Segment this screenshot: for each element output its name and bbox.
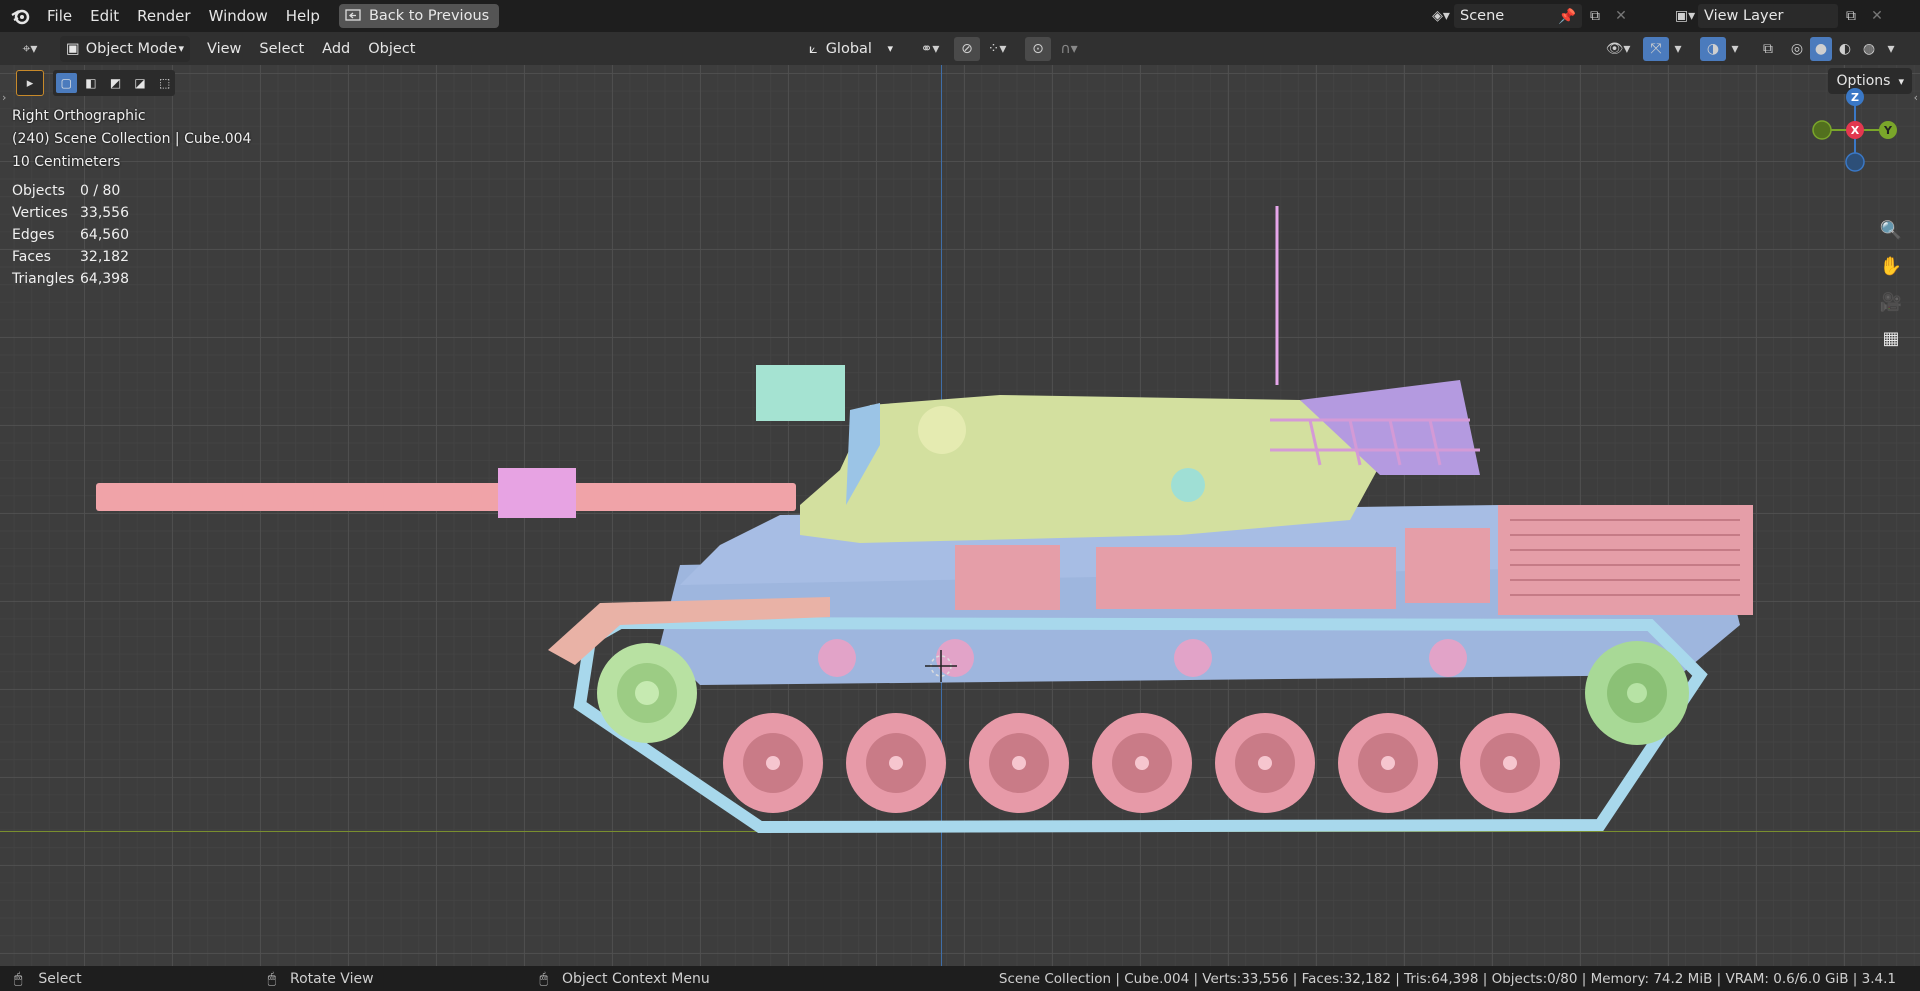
wireframe-shading-icon[interactable]: ◎ — [1786, 37, 1808, 61]
chevron-down-icon: ▾ — [887, 42, 893, 55]
chevron-down-icon[interactable]: ▾ — [1669, 37, 1687, 61]
object-mode-icon: ▣ — [66, 40, 80, 57]
header-menu-object[interactable]: Object — [359, 41, 424, 57]
turret — [800, 395, 1380, 543]
tank-model[interactable] — [0, 65, 1920, 966]
new-scene-icon[interactable]: ⧉ — [1582, 4, 1608, 28]
back-to-previous-label: Back to Previous — [368, 8, 490, 24]
top-menubar: File Edit Render Window Help Back to Pre… — [0, 0, 1920, 32]
snap-target-icon[interactable]: ⁘▾ — [980, 37, 1014, 61]
editor-type-icon[interactable]: ⌖▾ — [10, 37, 50, 61]
header-menu-select[interactable]: Select — [250, 41, 313, 57]
menu-render[interactable]: Render — [128, 0, 199, 32]
visibility-icon[interactable]: 👁▾ — [1600, 37, 1636, 61]
falloff-icon[interactable]: ∩▾ — [1052, 37, 1086, 61]
view-layer-text: View Layer — [1704, 8, 1784, 24]
overlays-toggle-icon[interactable]: ◑ — [1700, 36, 1726, 61]
proportional-edit-icon[interactable]: ⊙ — [1025, 36, 1051, 61]
side-skirt — [955, 545, 1060, 610]
cupola — [918, 406, 966, 454]
gizmo-toggle-icon[interactable]: ⤧ — [1643, 36, 1669, 61]
orientation-label: Global — [825, 40, 872, 57]
pin-icon[interactable]: 📌 — [1558, 8, 1576, 25]
road-wheels — [723, 713, 1560, 813]
pivot-point-icon[interactable]: ⚭▾ — [913, 37, 947, 61]
chevron-down-icon[interactable]: ▾ — [1882, 37, 1900, 61]
scene-name-text: Scene — [1460, 8, 1505, 24]
mouse-middle-icon: 🖱 — [267, 970, 277, 987]
transform-orientation-dropdown[interactable]: ⟀ Global ▾ — [803, 36, 899, 62]
orientation-icon: ⟀ — [809, 40, 818, 57]
scene-browse-icon[interactable]: ◈▾ — [1428, 4, 1454, 28]
xray-toggle-icon[interactable]: ⧉ — [1755, 37, 1781, 61]
storage-box — [1405, 528, 1490, 603]
material-shading-icon[interactable]: ◐ — [1834, 37, 1856, 61]
status-scene-info: Scene Collection | Cube.004 | Verts:33,5… — [998, 970, 1896, 987]
screen-back-icon — [345, 9, 361, 21]
view-layer-selector: ▣▾ View Layer ⧉ ✕ — [1672, 4, 1890, 28]
menu-window[interactable]: Window — [200, 0, 277, 32]
header-menu-view[interactable]: View — [198, 41, 250, 57]
menu-help[interactable]: Help — [277, 0, 329, 32]
snap-toggle-icon[interactable]: ⊘ — [954, 36, 980, 61]
menu-edit[interactable]: Edit — [81, 0, 128, 32]
status-select: Select — [38, 970, 82, 987]
status-rotate: Rotate View — [290, 970, 374, 987]
mouse-right-icon: 🖱 — [539, 970, 548, 987]
chevron-down-icon[interactable]: ▾ — [1726, 37, 1744, 61]
scene-name-field[interactable]: Scene 📌 — [1454, 4, 1582, 28]
rendered-shading-icon[interactable]: ◍ — [1858, 37, 1880, 61]
view-layer-browse-icon[interactable]: ▣▾ — [1672, 4, 1698, 28]
mouse-left-icon: 🖱 — [14, 970, 23, 987]
mode-label: Object Mode — [85, 40, 178, 57]
mode-dropdown[interactable]: ▣ Object Mode ▾ — [60, 35, 190, 62]
3d-viewport[interactable]: ▸ ▢ ◧ ◩ ◪ ⬚ Options ▾ Right Orthographic … — [0, 65, 1920, 966]
back-to-previous-button[interactable]: Back to Previous — [338, 4, 500, 28]
header-menu-add[interactable]: Add — [313, 41, 359, 57]
turret-fitting — [1171, 468, 1205, 502]
status-bar: 🖱 Select 🖱 Rotate View 🖱 Object Context … — [0, 966, 1920, 991]
solid-shading-icon[interactable]: ● — [1810, 36, 1832, 61]
side-skirt — [1096, 547, 1396, 609]
blender-logo-icon[interactable] — [10, 5, 32, 27]
searchlight — [756, 365, 845, 421]
chevron-down-icon: ▾ — [178, 42, 184, 55]
view-layer-field[interactable]: View Layer — [1698, 4, 1838, 28]
delete-scene-icon[interactable]: ✕ — [1608, 4, 1634, 28]
engine-grille — [1498, 505, 1753, 615]
viewport-header: ⌖▾ ▣ Object Mode ▾ View Select Add Objec… — [0, 32, 1920, 65]
fume-extractor — [498, 468, 576, 518]
new-view-layer-icon[interactable]: ⧉ — [1838, 4, 1864, 28]
menu-file[interactable]: File — [38, 0, 81, 32]
scene-selector: ◈▾ Scene 📌 ⧉ ✕ — [1428, 4, 1634, 28]
delete-view-layer-icon[interactable]: ✕ — [1864, 4, 1890, 28]
status-context-menu: Object Context Menu — [561, 970, 710, 987]
gun-barrel — [96, 483, 796, 511]
